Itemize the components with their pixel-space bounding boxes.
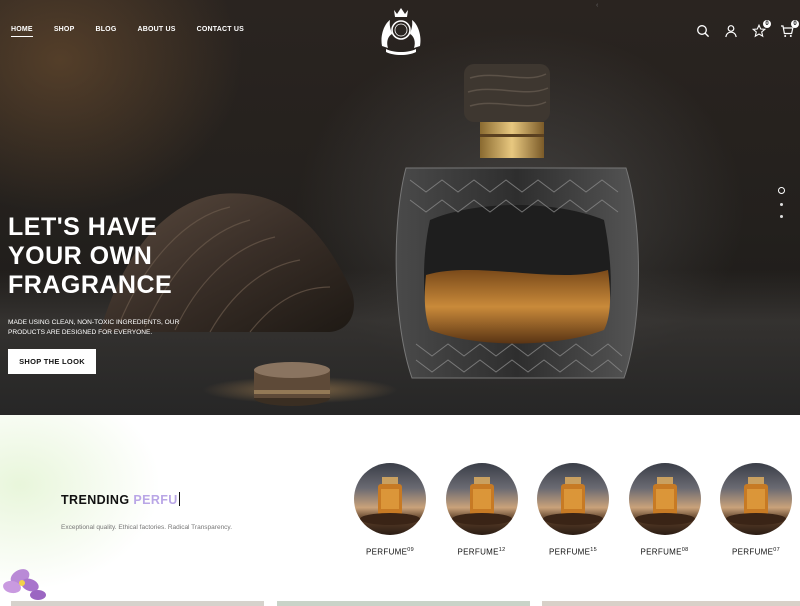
nav-item-contact-us[interactable]: CONTACT US	[197, 26, 244, 37]
wishlist-count-badge: 0	[763, 20, 771, 28]
bottom-banner-strip	[11, 601, 264, 606]
bottle-cap-decoration	[254, 362, 330, 406]
trending-section: TRENDING PERFU Exceptional quality. Ethi…	[0, 415, 800, 606]
bottom-banner-strip	[277, 601, 530, 606]
product-name[interactable]: PERFUME08	[629, 547, 701, 557]
product-carousel: PERFUME09 PERFUME12 PERFUME15 PERFUME08 …	[354, 463, 800, 557]
slide-dot[interactable]	[778, 187, 785, 194]
hero-title-line: LET'S HAVE	[8, 213, 158, 241]
main-nav: HOME SHOP BLOG ABOUT US CONTACT US	[11, 26, 265, 37]
bottom-banner-strip	[542, 601, 800, 606]
nav-item-home[interactable]: HOME	[11, 26, 33, 37]
search-icon[interactable]	[696, 24, 710, 38]
hero-banner: HOME SHOP BLOG ABOUT US CONTACT US ‹ 0 0…	[0, 0, 800, 415]
cart-count-badge: 0	[791, 20, 799, 28]
product-card[interactable]: PERFUME09	[354, 463, 426, 557]
header-icons: 0 0	[696, 20, 799, 38]
orchid-decoration	[3, 569, 46, 600]
typing-caret	[178, 492, 180, 506]
user-icon[interactable]	[724, 24, 738, 38]
product-card[interactable]: PERFUME08	[628, 463, 701, 557]
hero-title-line: FRAGRANCE	[8, 271, 173, 299]
product-image[interactable]	[628, 463, 701, 535]
trending-title-typed: PERFU	[133, 493, 178, 507]
nav-item-shop[interactable]: SHOP	[54, 26, 75, 37]
hero-title-line: YOUR OWN	[8, 242, 153, 270]
brand-logo[interactable]	[376, 6, 426, 56]
product-image[interactable]	[354, 463, 426, 535]
nav-item-about-us[interactable]: ABOUT US	[137, 26, 175, 37]
slider-pagination	[778, 187, 785, 218]
product-name[interactable]: PERFUME09	[354, 547, 426, 557]
trending-title-main: TRENDING	[61, 493, 130, 507]
slide-dot[interactable]	[780, 203, 783, 206]
star-icon[interactable]: 0	[751, 20, 771, 38]
product-name[interactable]: PERFUME12	[446, 547, 518, 557]
product-image[interactable]	[720, 463, 792, 535]
slide-dot[interactable]	[780, 215, 783, 218]
shop-the-look-button[interactable]: SHOP THE LOOK	[8, 349, 96, 374]
cart-icon[interactable]: 0	[780, 20, 799, 38]
hero-title: LET'S HAVE YOUR OWN FRAGRANCE	[8, 213, 172, 300]
product-image[interactable]	[537, 463, 609, 535]
product-card[interactable]: PERFUME12	[445, 463, 518, 557]
trending-subtitle: Exceptional quality. Ethical factories. …	[61, 524, 233, 531]
nav-item-blog[interactable]: BLOG	[95, 26, 116, 37]
perfume-bottle-image	[395, 64, 639, 379]
product-image[interactable]	[445, 463, 518, 535]
trending-title: TRENDING PERFU	[61, 492, 180, 507]
product-name[interactable]: PERFUME15	[537, 547, 609, 557]
product-card[interactable]: PERFUME07	[720, 463, 792, 557]
hero-subtitle: MADE USING CLEAN, NON-TOXIC INGREDIENTS,…	[8, 319, 180, 336]
product-name[interactable]: PERFUME07	[720, 547, 792, 557]
product-card[interactable]: PERFUME15	[537, 463, 609, 557]
slide-indicator-arrow: ‹	[596, 2, 599, 9]
